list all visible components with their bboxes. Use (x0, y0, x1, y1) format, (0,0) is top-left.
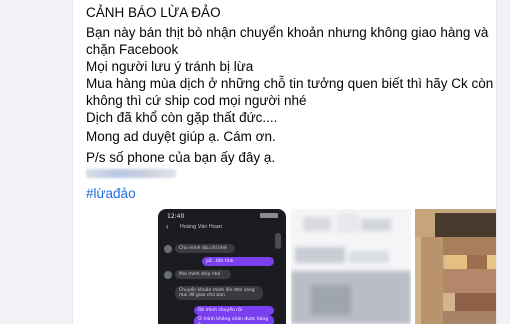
phone-time: 12:40 (167, 213, 185, 220)
pixel-block (443, 311, 496, 324)
pixel-block (443, 237, 496, 255)
right-scrollbar-area[interactable] (497, 0, 510, 324)
post-line: Dịch đã khổ còn gặp thất đức.... (86, 110, 278, 125)
middle-image-blurred[interactable] (291, 209, 411, 324)
chat-message: p2...tổn tỉnh (202, 257, 274, 266)
chat-message: Cho mình địa chỉ nhé (175, 244, 235, 253)
chat-message: Mai mình ship nhé (175, 270, 231, 279)
chat-message: Ok mình chuyển rồi (194, 306, 274, 315)
contact-name: Hoàng Văn Hoan (180, 224, 223, 230)
post-line: Bạn này bán thịt bò nhận chuyển khoản nh… (86, 25, 489, 40)
post-line: không thì cứ ship cod mọi người nhé (86, 93, 307, 108)
pixel-block (445, 255, 467, 269)
blurred-region (337, 213, 359, 233)
post-paragraph: P/s số phone của bạn ấy đây ạ. (86, 150, 276, 165)
blurred-region (303, 217, 331, 231)
post-card: CẢNH BÁO LỪA ĐẢO Bạn này bán thịt bò nhậ… (72, 0, 497, 324)
hashtag-link[interactable]: #lừađảo (86, 185, 136, 202)
pixel-block (487, 255, 496, 269)
blurred-region (311, 285, 351, 315)
post-line: Mua hàng mùa dịch ở những chỗ tin tưởng … (86, 76, 494, 91)
pixel-block (467, 255, 487, 269)
avatar-icon (164, 245, 172, 253)
blurred-region (349, 251, 389, 263)
blurred-region (295, 247, 345, 263)
avatar-icon (164, 271, 172, 279)
post-title: CẢNH BÁO LỪA ĐẢO (86, 5, 221, 20)
chat-message: Ơ mình không nhận được hàng ạ (194, 315, 274, 324)
pixel-block (443, 269, 496, 293)
blurred-region (291, 271, 411, 324)
left-background (0, 0, 72, 324)
selfie-image-pixelated[interactable] (415, 209, 496, 324)
pixel-block (421, 237, 443, 324)
post-line: chặn Facebook (86, 42, 179, 57)
call-icon (275, 233, 281, 249)
status-bar-icons (260, 213, 278, 218)
back-arrow-icon: ‹ (166, 222, 169, 231)
blurred-phone-number (86, 169, 176, 178)
post-paragraph: Mong ad duyệt giúp ạ. Cám ơn. (86, 129, 276, 144)
chat-screenshot-image[interactable]: 12:40 ‹ Hoàng Văn Hoan Cho mình địa chỉ … (158, 209, 286, 324)
blurred-region (361, 219, 391, 231)
pixel-block (455, 293, 496, 311)
post-line: Mọi người lưu ý tránh bị lừa (86, 59, 254, 74)
chat-message: Chuyển khoản mình lên đơn sáng mai để gi… (175, 286, 263, 300)
